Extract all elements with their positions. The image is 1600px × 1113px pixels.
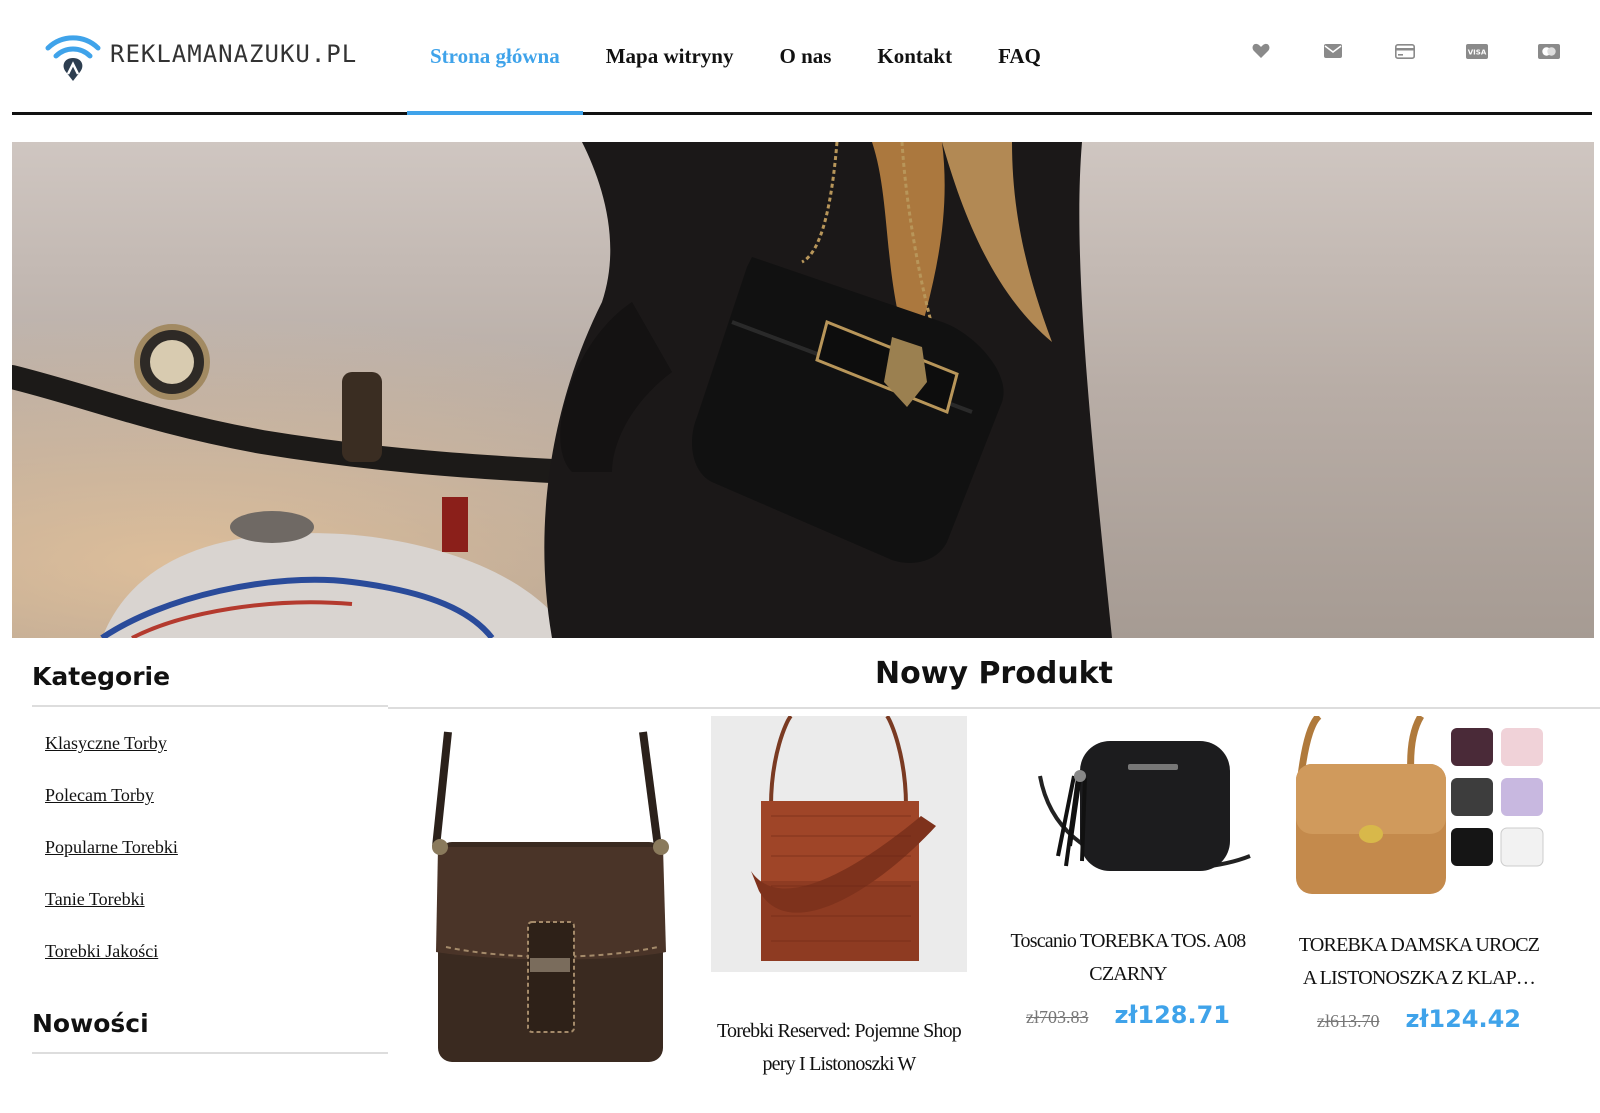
category-link-torebki-jakosci[interactable]: Torebki Jakości: [45, 941, 158, 961]
visa-label: VISA: [1468, 48, 1487, 56]
list-item: Klasyczne Torby: [32, 717, 388, 769]
main-nav: Strona główna Mapa witryny O nas Kontakt…: [407, 0, 1064, 115]
old-price: zł613.70: [1317, 1011, 1380, 1031]
nav-about[interactable]: O nas: [756, 0, 854, 112]
mastercard-icon[interactable]: [1536, 40, 1562, 62]
sidebar: Kategorie Klasyczne Torby Polecam Torby …: [32, 650, 388, 1054]
product-name[interactable]: Toscanio TOREBKA TOS. A08 CZARNY: [1000, 925, 1256, 991]
nav-sitemap[interactable]: Mapa witryny: [583, 0, 757, 112]
list-item: Polecam Torby: [32, 769, 388, 821]
nav-home[interactable]: Strona główna: [407, 0, 583, 115]
visa-icon[interactable]: VISA: [1464, 40, 1490, 62]
heart-icon[interactable]: [1248, 40, 1274, 62]
product-card[interactable]: Torebki Reserved: Pojemne Shop pery I Li…: [711, 714, 967, 1081]
current-price: zł124.42: [1405, 1005, 1522, 1033]
wifi-location-icon: [45, 35, 101, 81]
product-card[interactable]: TOREBKA DAMSKA UROCZ A LISTONOSZKA Z KLA…: [1291, 713, 1547, 1033]
hero-banner[interactable]: [12, 142, 1594, 638]
list-item: Tanie Torebki: [32, 873, 388, 925]
list-item: Torebki Jakości: [32, 925, 388, 977]
nav-contact[interactable]: Kontakt: [854, 0, 975, 112]
site-logo[interactable]: REKLAMANAZUKU.PL: [42, 26, 357, 82]
product-card[interactable]: Toscanio TOREBKA TOS. A08 CZARNY zł703.8…: [1000, 716, 1256, 1029]
category-link-klasyczne-torby[interactable]: Klasyczne Torby: [45, 733, 167, 753]
product-name[interactable]: TOREBKA DAMSKA UROCZ A LISTONOSZKA Z KLA…: [1291, 929, 1547, 995]
product-image[interactable]: [711, 714, 967, 972]
product-image[interactable]: [418, 722, 674, 1067]
categories-list: Klasyczne Torby Polecam Torby Popularne …: [32, 707, 388, 995]
news-title: Nowości: [32, 997, 388, 1054]
product-image[interactable]: [1000, 716, 1256, 906]
new-products-section: Nowy Produkt Torebki Reserved: Pojemne S…: [388, 650, 1600, 1075]
credit-card-icon[interactable]: [1392, 40, 1418, 62]
price-row: zł703.83 zł128.71: [1000, 1001, 1256, 1029]
product-name[interactable]: Torebki Reserved: Pojemne Shop pery I Li…: [711, 1015, 967, 1081]
price-row: zł613.70 zł124.42: [1291, 1005, 1547, 1033]
category-link-polecam-torby[interactable]: Polecam Torby: [45, 785, 154, 805]
product-card[interactable]: [418, 722, 674, 1072]
logo-text: REKLAMANAZUKU.PL: [110, 40, 358, 68]
hero-image: [12, 142, 1594, 638]
envelope-icon[interactable]: [1320, 40, 1346, 62]
category-link-tanie-torebki[interactable]: Tanie Torebki: [45, 889, 145, 909]
current-price: zł128.71: [1114, 1001, 1231, 1029]
header-icons: VISA: [1248, 40, 1592, 62]
category-link-popularne-torebki[interactable]: Popularne Torebki: [45, 837, 178, 857]
site-header: REKLAMANAZUKU.PL Strona główna Mapa witr…: [12, 0, 1592, 115]
categories-title: Kategorie: [32, 650, 388, 707]
product-image[interactable]: [1291, 713, 1547, 906]
old-price: zł703.83: [1026, 1007, 1089, 1027]
nav-faq[interactable]: FAQ: [975, 0, 1064, 112]
section-title: Nowy Produkt: [388, 650, 1600, 709]
list-item: Popularne Torebki: [32, 821, 388, 873]
